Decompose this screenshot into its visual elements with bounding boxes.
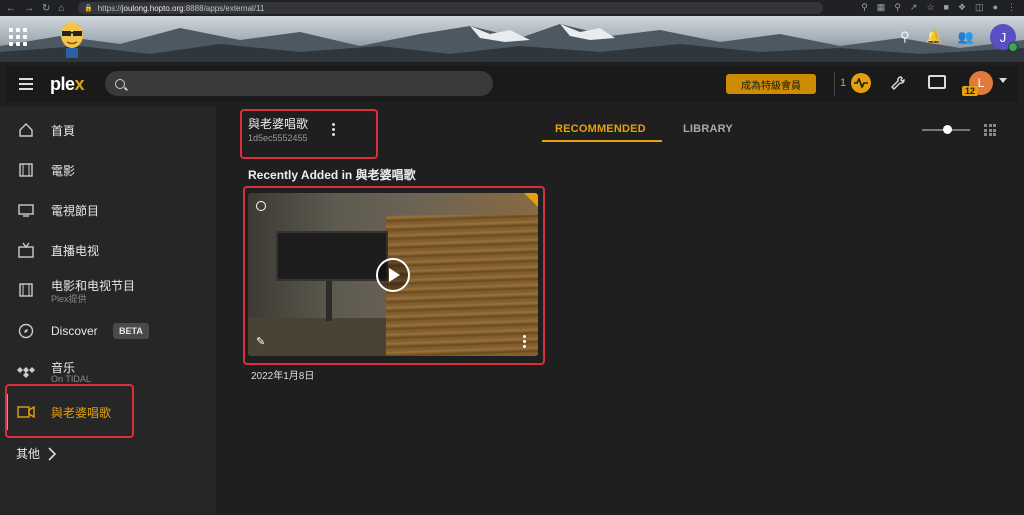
browser-toolbar: ← → ↻ ⌂ 🔒 https://joulong.hopto.org:8888… — [0, 0, 1024, 16]
live-tv-icon — [16, 240, 36, 260]
divider — [834, 72, 835, 96]
sidebar-item-label: Discover — [51, 324, 98, 338]
apps-grid-icon[interactable] — [9, 28, 27, 46]
url-scheme: https:// — [97, 3, 122, 13]
star-icon[interactable]: ☆ — [926, 2, 934, 13]
tv-icon — [16, 200, 36, 220]
browser-extension-icons: ⚲ ▦ ⚲ ↗ ☆ ■ ❖ ◫ ● ⋮ — [861, 2, 1016, 13]
reload-icon[interactable]: ↻ — [42, 3, 50, 14]
mascot-logo-icon[interactable] — [56, 19, 88, 59]
sidebar: 首頁 電影 電視節目 直播电视 电影和电视节目 Plex提供 Discover … — [0, 106, 216, 515]
sidebar-item-label: 直播电视 — [51, 243, 100, 258]
profile-icon[interactable]: ● — [993, 2, 998, 13]
tidal-icon — [16, 362, 36, 382]
search-input[interactable] — [133, 77, 473, 90]
thumbnail-scene — [326, 281, 332, 321]
plex-logo[interactable]: plex — [50, 73, 85, 95]
lock-icon: 🔒 — [84, 5, 93, 12]
film-icon — [16, 160, 36, 180]
puzzle-icon[interactable]: ❖ — [958, 2, 966, 13]
sidebar-item-movies[interactable]: 電影 — [0, 152, 216, 188]
translate-icon[interactable]: ▦ — [877, 2, 886, 13]
banner-actions: ⚲ 🔔 👥 J — [900, 24, 1018, 52]
cast-icon[interactable] — [928, 75, 946, 89]
thumbnail-scene — [386, 215, 538, 356]
beta-badge: BETA — [113, 323, 149, 339]
mountain-background — [0, 24, 1024, 62]
tab-library[interactable]: LIBRARY — [683, 123, 733, 135]
library-id: 1d5ec5552455 — [248, 133, 308, 143]
sidebar-item-tv-shows[interactable]: 電視節目 — [0, 192, 216, 228]
more-label: 其他 — [16, 447, 41, 461]
sidebar-item-label: 首頁 — [51, 123, 76, 138]
search-icon — [115, 78, 125, 89]
app-banner: ⚲ 🔔 👥 J — [0, 16, 1024, 62]
settings-wrench-icon[interactable] — [890, 75, 906, 95]
library-title: 與老婆唱歌 — [248, 117, 309, 131]
activity-pulse-icon[interactable] — [851, 73, 871, 93]
tab-recommended[interactable]: RECOMMENDED — [555, 123, 646, 135]
sidebar-item-discover[interactable]: Discover BETA — [0, 313, 216, 349]
browser-nav: ← → ↻ ⌂ — [0, 3, 64, 14]
sidebar-item-label: 電影 — [51, 163, 76, 178]
menu-dots-icon[interactable]: ⋮ — [1007, 2, 1016, 13]
compass-icon — [16, 321, 36, 341]
size-slider-handle[interactable] — [943, 125, 952, 134]
media-card-thumbnail[interactable]: ✎ — [248, 193, 538, 356]
highlight-box — [5, 384, 134, 438]
bell-icon[interactable]: 🔔 — [926, 29, 942, 45]
thumbnail-scene — [248, 318, 388, 356]
hamburger-menu-icon[interactable] — [6, 78, 46, 90]
sidebar-more[interactable]: 其他 — [16, 445, 57, 462]
play-icon[interactable] — [376, 258, 410, 292]
url-path: :8888/apps/external/11 — [183, 3, 265, 13]
user-avatar[interactable]: J — [990, 24, 1018, 52]
active-tab-indicator — [542, 140, 662, 142]
sidebar-item-live-tv[interactable]: 直播电视 — [0, 232, 216, 268]
main-content: 與老婆唱歌 1d5ec5552455 RECOMMENDED LIBRARY R… — [216, 106, 1024, 515]
extension-icon[interactable]: ■ — [944, 2, 949, 13]
activity-count[interactable]: 1 — [840, 77, 846, 89]
sidebar-item-movies-tv[interactable]: 电影和电视节目 Plex提供 — [0, 272, 216, 308]
home-browser-icon[interactable]: ⌂ — [58, 3, 64, 14]
contacts-icon[interactable]: 👥 — [958, 29, 974, 45]
forward-icon[interactable]: → — [24, 3, 34, 14]
key-icon[interactable]: ⚲ — [861, 2, 868, 13]
edit-pencil-icon[interactable]: ✎ — [256, 335, 265, 348]
search-bar[interactable] — [105, 71, 493, 96]
library-more-icon[interactable] — [332, 123, 335, 136]
sidebar-item-sublabel: Plex提供 — [51, 294, 87, 304]
film-icon — [16, 280, 36, 300]
card-more-icon[interactable] — [523, 335, 526, 348]
user-notification-badge: 12 — [962, 86, 979, 96]
media-card-date: 2022年1月8日 — [251, 371, 315, 382]
address-bar[interactable]: 🔒 https://joulong.hopto.org:8888/apps/ex… — [78, 2, 823, 14]
sidebar-item-sublabel: On TIDAL — [51, 374, 91, 384]
url-host: joulong.hopto.org — [121, 3, 184, 13]
sidepanel-icon[interactable]: ◫ — [975, 2, 984, 13]
back-icon[interactable]: ← — [6, 3, 16, 14]
select-circle-icon[interactable] — [256, 201, 266, 211]
section-title: Recently Added in 與老婆唱歌 — [248, 168, 416, 182]
chevron-down-icon[interactable] — [999, 78, 1007, 83]
plex-user-initial: L — [977, 76, 985, 90]
logo-text: ple — [50, 73, 75, 94]
plex-topbar: plex 成為特級會員 1 L 12 — [6, 66, 1018, 102]
go-premium-button[interactable]: 成為特級會員 — [726, 74, 816, 94]
sidebar-item-label: 電視節目 — [51, 203, 100, 218]
home-icon — [16, 120, 36, 140]
user-initial: J — [999, 29, 1007, 45]
url-text: https://joulong.hopto.org:8888/apps/exte… — [98, 4, 265, 13]
share-icon[interactable]: ↗ — [910, 2, 918, 13]
sidebar-item-home[interactable]: 首頁 — [0, 112, 216, 148]
search-icon[interactable]: ⚲ — [900, 29, 910, 45]
unwatched-indicator-icon — [524, 193, 538, 207]
chevron-right-icon — [48, 446, 57, 461]
thumbnail-scene — [276, 231, 388, 281]
zoom-icon[interactable]: ⚲ — [894, 2, 901, 13]
grid-view-icon[interactable] — [984, 124, 996, 136]
online-status-icon — [1008, 42, 1018, 52]
logo-accent: x — [74, 73, 85, 94]
